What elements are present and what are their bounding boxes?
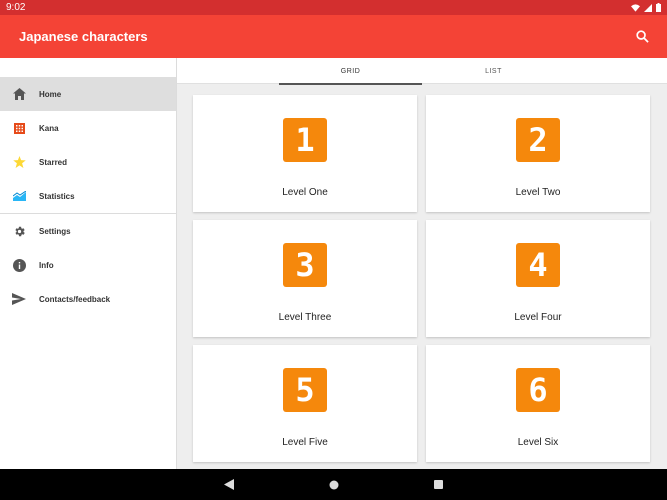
wifi-icon	[631, 3, 640, 12]
drawer-item-settings[interactable]: Settings	[0, 214, 176, 248]
back-icon	[223, 479, 234, 490]
level-card-3[interactable]: 3 Level Three	[193, 220, 417, 337]
signal-icon	[644, 3, 652, 12]
drawer-item-starred[interactable]: Starred	[0, 145, 176, 179]
drawer-item-statistics[interactable]: Statistics	[0, 179, 176, 213]
tab-list[interactable]: LIST	[422, 58, 565, 84]
drawer-item-info[interactable]: Info	[0, 248, 176, 282]
level-grid: 1 Level One 2 Level Two 3 Level Three 4 …	[193, 95, 650, 462]
tab-bar: GRID LIST	[177, 58, 667, 85]
level-label: Level One	[282, 187, 328, 198]
drawer-item-home[interactable]: Home	[0, 77, 176, 111]
level-number-badge: 3	[283, 243, 327, 287]
grid-icon	[12, 121, 26, 135]
app-bar: Japanese characters	[0, 15, 667, 58]
drawer-item-contacts[interactable]: Contacts/feedback	[0, 282, 176, 316]
level-number: 1	[295, 121, 315, 159]
level-card-1[interactable]: 1 Level One	[193, 95, 417, 212]
status-bar: 9:02	[0, 0, 667, 15]
level-label: Level Four	[514, 312, 562, 323]
star-icon	[12, 155, 26, 169]
drawer-item-label: Settings	[39, 226, 71, 236]
home-circle-icon	[329, 480, 338, 489]
search-icon	[635, 30, 649, 43]
drawer-item-label: Contacts/feedback	[39, 294, 111, 304]
tab-grid[interactable]: GRID	[279, 58, 422, 85]
level-card-5[interactable]: 5 Level Five	[193, 345, 417, 462]
system-nav-bar	[0, 469, 667, 500]
drawer-item-label: Statistics	[39, 191, 75, 201]
chart-icon	[12, 189, 26, 203]
level-number-badge: 6	[516, 368, 560, 412]
level-label: Level Six	[517, 437, 559, 448]
level-number-badge: 4	[516, 243, 560, 287]
drawer-item-label: Starred	[39, 157, 68, 167]
recents-icon	[434, 480, 443, 489]
main-content: GRID LIST 1 Level One 2 Level Two 3 Leve…	[177, 58, 667, 469]
battery-icon	[656, 3, 661, 12]
level-number: 4	[528, 246, 548, 284]
level-number: 2	[528, 121, 548, 159]
navigation-drawer: Home Kana Starred Statistics Settings In…	[0, 58, 177, 469]
level-number: 6	[528, 371, 548, 409]
level-number-badge: 2	[516, 118, 560, 162]
drawer-item-label: Kana	[39, 123, 59, 133]
level-label: Level Two	[515, 187, 561, 198]
level-card-4[interactable]: 4 Level Four	[426, 220, 650, 337]
status-time: 9:02	[6, 2, 26, 13]
info-icon	[12, 258, 26, 272]
home-icon	[12, 87, 26, 101]
home-button[interactable]	[281, 480, 386, 490]
level-label: Level Three	[278, 312, 332, 323]
gear-icon	[12, 224, 26, 238]
level-card-6[interactable]: 6 Level Six	[426, 345, 650, 462]
level-number-badge: 5	[283, 368, 327, 412]
level-card-2[interactable]: 2 Level Two	[426, 95, 650, 212]
level-number: 5	[295, 371, 315, 409]
app-title: Japanese characters	[19, 29, 148, 44]
level-number-badge: 1	[283, 118, 327, 162]
drawer-item-kana[interactable]: Kana	[0, 111, 176, 145]
level-label: Level Five	[282, 437, 328, 448]
back-button[interactable]	[176, 479, 281, 490]
status-icons	[631, 3, 661, 12]
drawer-item-label: Info	[39, 260, 54, 270]
level-number: 3	[295, 246, 315, 284]
send-icon	[12, 292, 26, 306]
drawer-item-label: Home	[39, 89, 62, 99]
search-button[interactable]	[630, 25, 654, 49]
recents-button[interactable]	[386, 480, 491, 489]
